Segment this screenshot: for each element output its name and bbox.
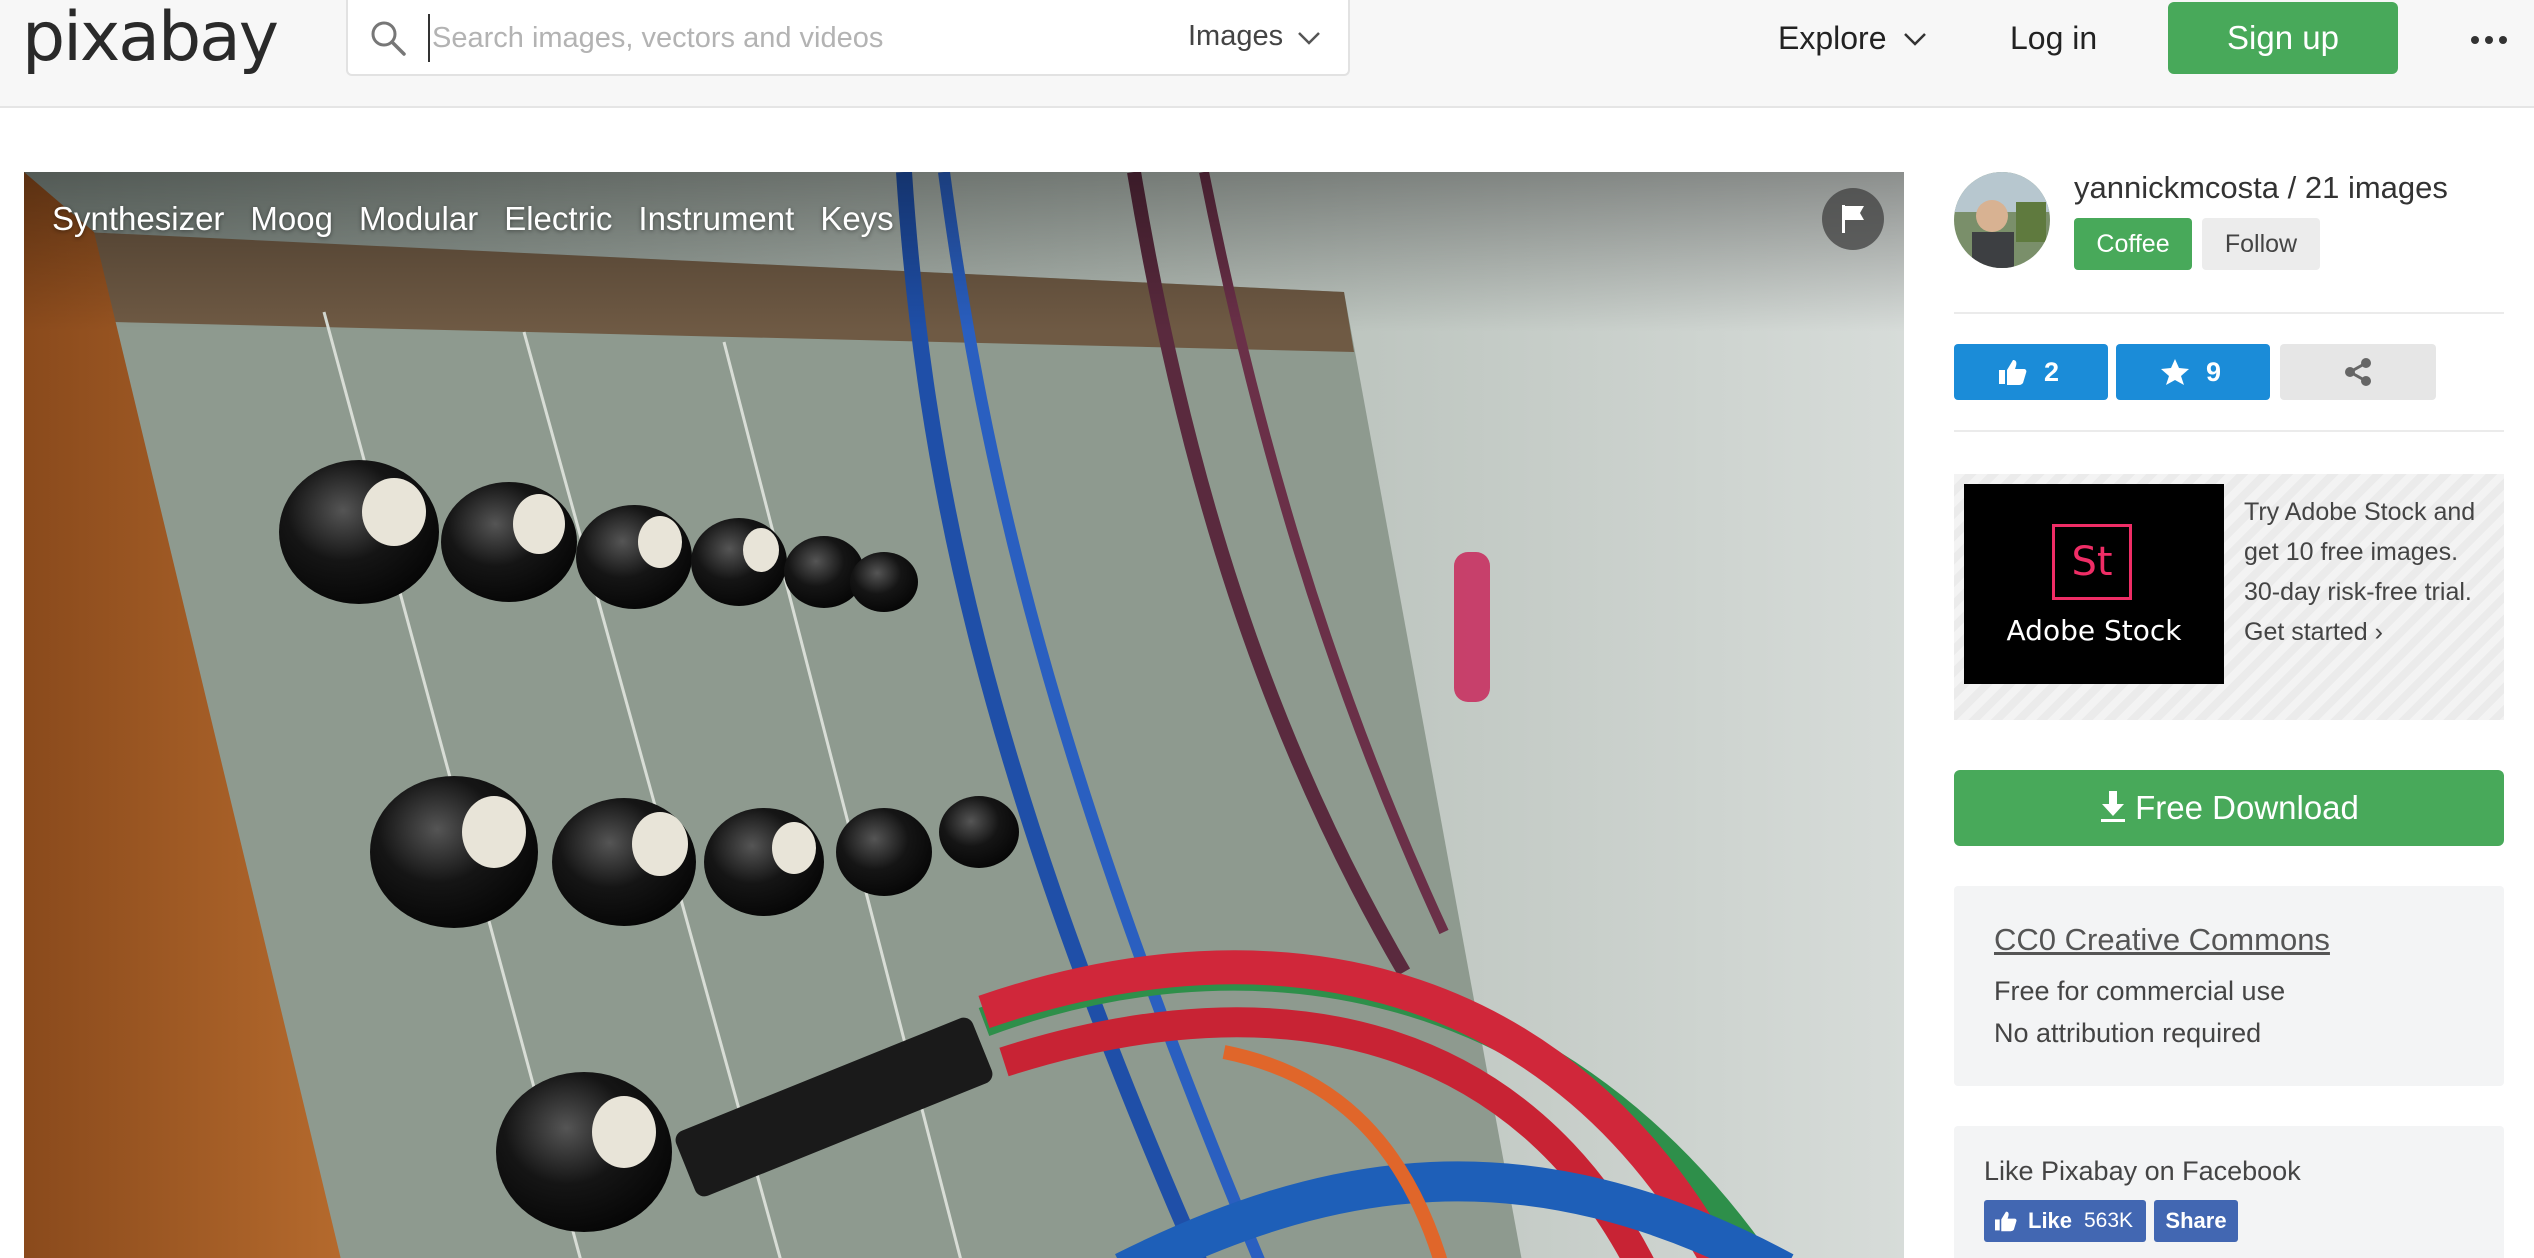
license-box: CC0 Creative Commons Free for commercial…	[1954, 886, 2504, 1086]
adobe-stock-logo: St Adobe Stock	[1964, 484, 2224, 684]
main-photo[interactable]: Synthesizer Moog Modular Electric Instru…	[24, 172, 1904, 1258]
explore-menu[interactable]: Explore	[1778, 20, 1887, 57]
follow-button[interactable]: Follow	[2202, 218, 2320, 270]
login-link[interactable]: Log in	[2010, 20, 2097, 57]
pixabay-logo[interactable]: pixabay	[22, 0, 279, 80]
search-type-dropdown[interactable]: Images	[1188, 20, 1283, 53]
tag-link[interactable]: Moog	[250, 200, 333, 238]
tag-link[interactable]: Synthesizer	[52, 200, 224, 238]
facebook-like-label: Like	[2028, 1208, 2073, 1233]
user-avatar-image	[1954, 172, 2050, 268]
facebook-share-button[interactable]: Share	[2154, 1200, 2238, 1242]
tag-link[interactable]: Instrument	[638, 200, 794, 238]
coffee-button[interactable]: Coffee	[2074, 218, 2192, 270]
search-bar: Images	[346, 0, 1350, 76]
tag-link[interactable]: Electric	[504, 200, 612, 238]
search-input[interactable]	[428, 14, 1168, 62]
signup-button[interactable]: Sign up	[2168, 2, 2398, 74]
favorite-button[interactable]: 9	[2116, 344, 2270, 400]
chevron-down-icon[interactable]	[1294, 24, 1324, 52]
facebook-widget-title: Like Pixabay on Facebook	[1984, 1156, 2301, 1186]
license-commercial-text: Free for commercial use	[1994, 976, 2286, 1006]
tag-link[interactable]: Keys	[820, 200, 893, 238]
download-icon	[2101, 791, 2126, 822]
adobe-stock-ad[interactable]: St Adobe Stock Try Adobe Stock and get 1…	[1954, 474, 2504, 720]
divider	[1954, 430, 2504, 432]
like-count: 2	[2044, 357, 2060, 387]
share-icon	[2345, 358, 2371, 386]
free-download-button[interactable]: Free Download	[1954, 770, 2504, 846]
report-button[interactable]	[1822, 188, 1884, 250]
tag-link[interactable]: Modular	[359, 200, 478, 238]
free-download-label: Free Download	[2135, 789, 2359, 826]
tag-list: Synthesizer Moog Modular Electric Instru…	[52, 200, 894, 238]
adobe-stock-mark: St	[2052, 524, 2132, 600]
star-icon	[2161, 359, 2189, 385]
avatar[interactable]	[1954, 172, 2050, 268]
license-attribution-text: No attribution required	[1994, 1018, 2262, 1048]
flag-icon	[1842, 205, 1864, 233]
facebook-like-count: 563K	[2084, 1209, 2134, 1232]
thumbs-up-icon	[1995, 1211, 2017, 1232]
synthesizer-photo-image	[24, 172, 1904, 1258]
like-button[interactable]: 2	[1954, 344, 2108, 400]
thumbs-up-icon	[1999, 360, 2027, 385]
chevron-down-icon[interactable]	[1900, 26, 1930, 52]
adobe-stock-brand: Adobe Stock	[2006, 614, 2182, 647]
divider	[1954, 312, 2504, 314]
top-header: pixabay Images Explore Log in Sign up	[0, 0, 2534, 108]
facebook-like-button[interactable]: Like 563K	[1984, 1200, 2146, 1242]
ad-text: Try Adobe Stock and get 10 free images. …	[2244, 498, 2476, 646]
facebook-widget: Like Pixabay on Facebook Like 563K Share	[1954, 1126, 2504, 1258]
user-name-link[interactable]: yannickmcosta / 21 images	[2074, 170, 2448, 206]
license-link[interactable]: CC0 Creative Commons	[1994, 922, 2330, 958]
more-options-icon[interactable]	[2468, 20, 2510, 60]
search-icon[interactable]	[368, 18, 408, 58]
share-button[interactable]	[2280, 344, 2436, 400]
favorite-count: 9	[2206, 357, 2222, 387]
